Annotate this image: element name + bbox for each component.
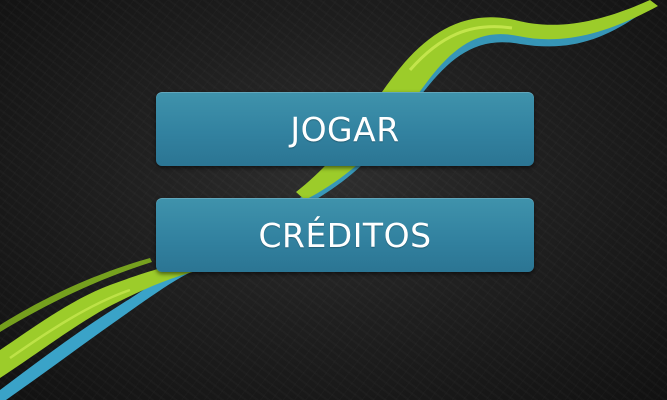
credits-button-label: CRÉDITOS (258, 215, 432, 255)
credits-button[interactable]: CRÉDITOS (156, 198, 534, 272)
play-button-label: JOGAR (290, 109, 400, 149)
play-button[interactable]: JOGAR (156, 92, 534, 166)
main-menu-screen: JOGAR CRÉDITOS (0, 0, 667, 400)
